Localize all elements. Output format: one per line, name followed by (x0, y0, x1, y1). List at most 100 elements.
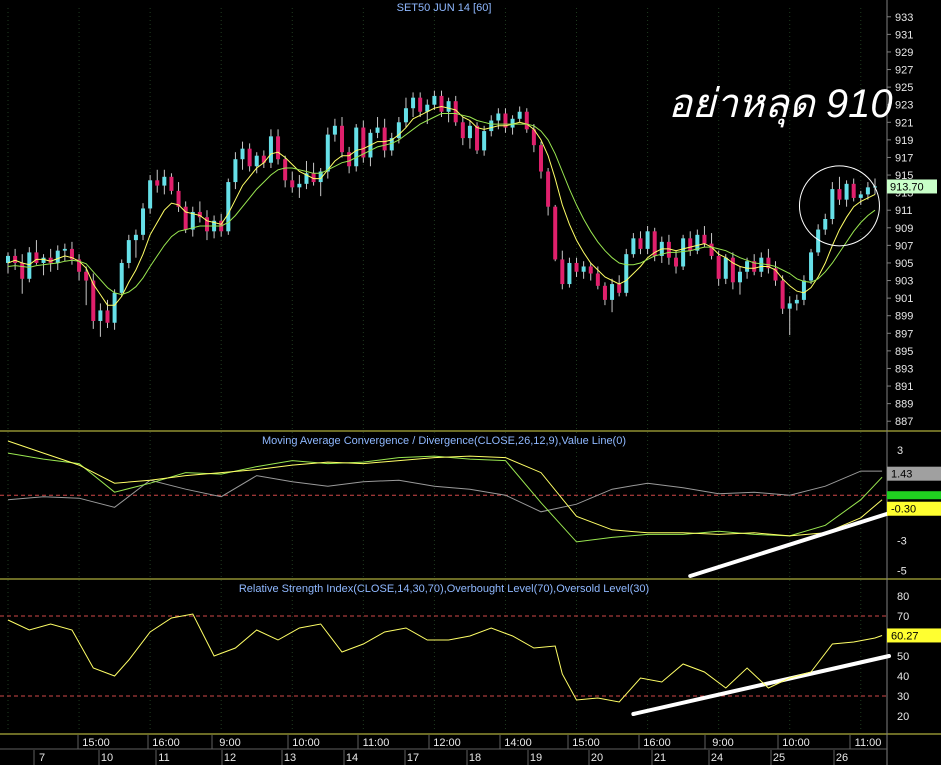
price-tick-label: 917 (895, 152, 913, 164)
candle-down (105, 310, 110, 323)
candle-down (674, 257, 679, 267)
price-tick-label: 925 (895, 82, 913, 94)
price-tick-label: 919 (895, 135, 913, 147)
price-tick-label: 923 (895, 100, 913, 112)
candle-up (6, 255, 10, 263)
date-label: 10 (101, 752, 113, 764)
candle-up (112, 292, 117, 323)
rsi-tick-label: 50 (897, 651, 909, 663)
time-label: 11:00 (855, 737, 882, 749)
candle-up (133, 234, 138, 241)
candle-up (403, 108, 408, 123)
candle-down (84, 271, 89, 281)
time-label: 15:00 (572, 737, 600, 749)
candle-up (681, 238, 686, 267)
date-label: 21 (654, 752, 666, 764)
rsi-tick-label: 40 (897, 671, 909, 683)
candle-up (858, 194, 863, 198)
price-tick-label: 911 (895, 205, 913, 217)
price-tick-label: 901 (895, 293, 913, 305)
candle-up (41, 257, 46, 263)
date-label: 7 (39, 752, 45, 764)
macd-tick-label: -5 (897, 565, 907, 577)
symbol-title: SET50 JUN 14 [60] (397, 2, 492, 14)
time-label: 12:00 (433, 737, 461, 749)
candle-up (759, 257, 764, 272)
candle-up (375, 127, 380, 133)
candle-up (233, 159, 238, 183)
candle-up (98, 310, 103, 321)
candle-down (382, 127, 387, 151)
price-tick-label: 891 (895, 381, 913, 393)
candle-up (823, 219, 828, 230)
candle-down (546, 171, 551, 207)
time-label: 11:00 (363, 737, 390, 749)
candle-down (475, 125, 480, 151)
candle-up (354, 127, 359, 167)
macd-title: Moving Average Convergence / Divergence(… (262, 435, 626, 447)
price-tick-label: 905 (895, 258, 913, 270)
date-label: 18 (469, 752, 481, 764)
candle-up (496, 113, 501, 121)
candle-down (34, 252, 39, 263)
price-tick-label: 933 (895, 12, 913, 24)
candle-up (624, 254, 629, 293)
candle-up (830, 189, 835, 219)
candle-down (418, 97, 423, 112)
candle-up (190, 211, 195, 230)
candle-down (524, 111, 529, 130)
candle-down (290, 180, 295, 188)
macd-zero-highlight (887, 491, 941, 500)
time-label: 15:00 (82, 737, 110, 749)
candle-up (432, 95, 437, 105)
candle-down (20, 262, 25, 279)
candle-down (276, 136, 281, 160)
candle-down (617, 284, 622, 293)
candle-up (745, 261, 750, 272)
price-tick-label: 927 (895, 65, 913, 77)
candle-down (283, 159, 288, 181)
candle-up (801, 280, 806, 300)
candle-up (55, 250, 60, 263)
candle-up (27, 252, 32, 279)
date-label: 25 (773, 752, 785, 764)
candle-up (517, 111, 522, 119)
candle-up (62, 248, 67, 251)
price-tick-label: 907 (895, 240, 913, 252)
candle-down (538, 145, 543, 172)
candle-up (567, 262, 572, 285)
candle-down (702, 234, 707, 244)
candle-down (247, 148, 252, 167)
price-tick-label: 921 (895, 117, 913, 129)
candle-up (297, 183, 302, 188)
candle-up (148, 180, 153, 209)
candle-up (510, 118, 515, 128)
time-label: 10:00 (292, 737, 320, 749)
rsi-tick-label: 80 (897, 591, 909, 603)
candle-down (553, 206, 558, 260)
candle-up (645, 231, 650, 249)
date-label: 19 (530, 752, 542, 764)
time-label: 14:00 (504, 737, 532, 749)
candle-down (13, 255, 18, 263)
price-tick-label: 893 (895, 363, 913, 375)
candle-up (141, 208, 146, 235)
price-tick-label: 909 (895, 223, 913, 235)
date-label: 11 (158, 752, 169, 764)
macd-tick-label: -3 (897, 535, 907, 547)
price-tick-label: 895 (895, 346, 913, 358)
macd-value-badge-text: 1.43 (891, 469, 912, 481)
candle-up (332, 125, 337, 135)
price-tick-label: 889 (895, 399, 913, 411)
candle-up (467, 125, 472, 139)
candle-up (119, 262, 124, 293)
date-label: 17 (407, 752, 419, 764)
candle-down (716, 255, 721, 279)
candle-down (595, 273, 600, 286)
candle-up (446, 101, 451, 112)
candle-up (723, 257, 728, 279)
candle-down (851, 183, 856, 198)
candle-up (489, 120, 494, 132)
candle-down (169, 176, 174, 191)
candle-up (809, 252, 814, 281)
